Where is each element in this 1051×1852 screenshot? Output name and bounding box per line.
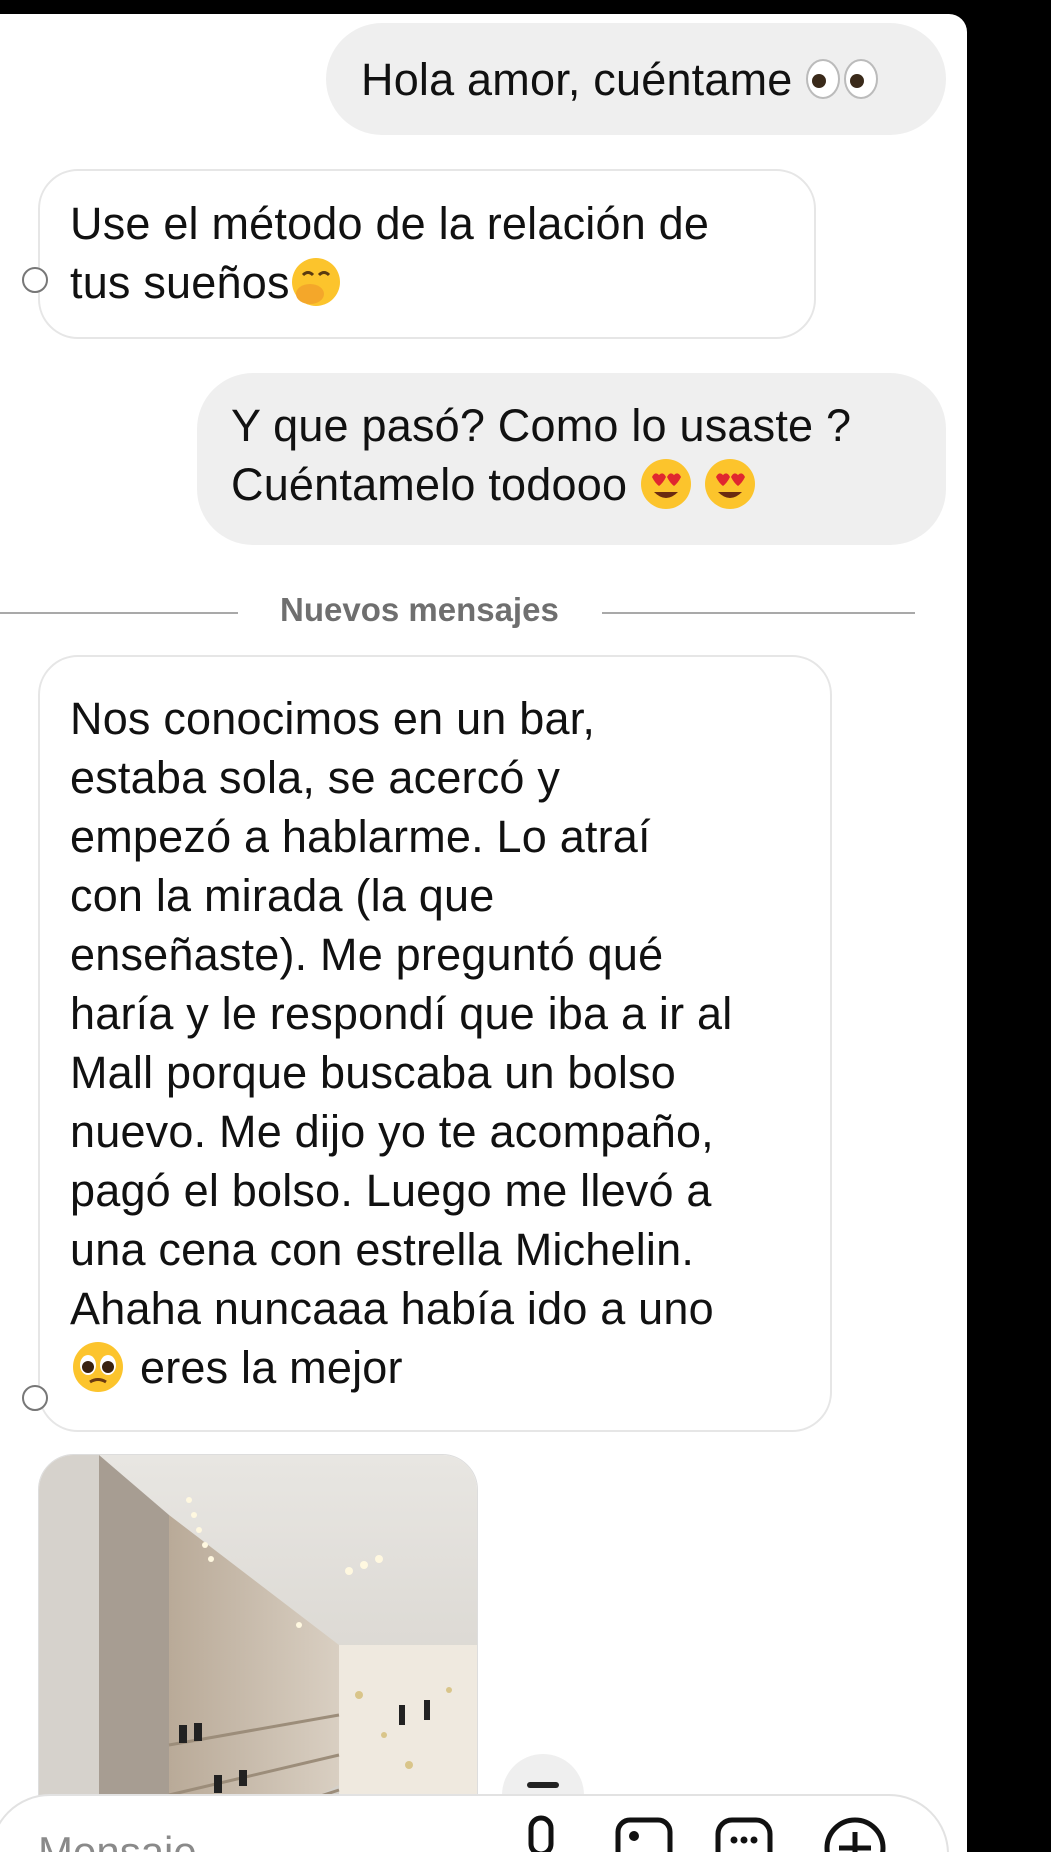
- message-line: con la mirada (la que: [70, 870, 495, 921]
- store-interior-image: [39, 1455, 477, 1852]
- message-bubble-outgoing[interactable]: Hola amor, cuéntame: [326, 23, 946, 135]
- message-line: tus sueños: [70, 257, 290, 308]
- hand-over-mouth-emoji: [291, 258, 340, 307]
- message-line: Ahaha nuncaaa había ido a uno: [70, 1283, 714, 1334]
- message-line: estaba sola, se acercó y: [70, 752, 561, 803]
- new-messages-divider: Nuevos mensajes: [0, 590, 915, 630]
- message-line: haría y le respondí que iba a ir al: [70, 988, 733, 1039]
- message-text: Hola amor, cuéntame: [361, 54, 793, 105]
- message-bubble-incoming[interactable]: Nos conocimos en un bar, estaba sola, se…: [22, 655, 832, 1432]
- sticker-icon[interactable]: [714, 1814, 774, 1852]
- message-bubble-incoming[interactable]: Use el método de la relación de tus sueñ…: [22, 169, 816, 339]
- divider-line: [602, 612, 915, 614]
- message-bubble-outgoing[interactable]: Y que pasó? Como lo usaste ? Cuéntamelo …: [197, 373, 946, 545]
- avatar: [22, 1385, 48, 1411]
- message-line: pagó el bolso. Luego me llevó a: [70, 1165, 712, 1216]
- message-line: enseñaste). Me preguntó qué: [70, 929, 664, 980]
- message-input[interactable]: Mensaje: [38, 1828, 197, 1852]
- eyes-emoji: [806, 59, 879, 100]
- microphone-icon[interactable]: [518, 1814, 564, 1852]
- heart-eyes-emoji: [640, 459, 755, 510]
- message-line: nuevo. Me dijo yo te acompaño,: [70, 1106, 714, 1157]
- avatar: [22, 267, 48, 293]
- message-line: Cuéntamelo todooo: [231, 459, 628, 510]
- divider-line: [0, 612, 238, 614]
- message-line: Nos conocimos en un bar,: [70, 693, 596, 744]
- message-line: eres la mejor: [140, 1342, 403, 1393]
- gallery-icon[interactable]: [614, 1814, 674, 1852]
- pleading-face-emoji: [73, 1342, 123, 1393]
- message-composer[interactable]: Mensaje: [0, 1794, 949, 1852]
- plus-icon[interactable]: [822, 1814, 892, 1852]
- message-line: una cena con estrella Michelin.: [70, 1224, 695, 1275]
- shared-photo[interactable]: [38, 1454, 478, 1852]
- chat-screen: Hola amor, cuéntame Use el método de la …: [0, 14, 967, 1852]
- message-line: empezó a hablarme. Lo atraí: [70, 811, 651, 862]
- message-line: Y que pasó? Como lo usaste ?: [231, 400, 852, 451]
- divider-label: Nuevos mensajes: [280, 591, 559, 628]
- message-line: Use el método de la relación de: [70, 198, 710, 249]
- message-line: Mall porque buscaba un bolso: [70, 1047, 677, 1098]
